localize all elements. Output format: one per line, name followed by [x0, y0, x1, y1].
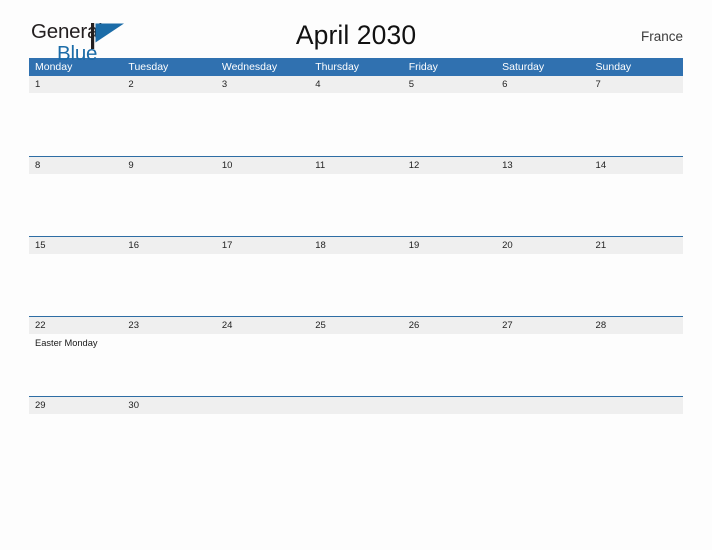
day-number: 24 — [215, 317, 310, 334]
day-number: 22 — [29, 317, 123, 334]
day-number — [402, 397, 497, 414]
calendar-day-cell[interactable]: 21 — [589, 237, 683, 316]
calendar-day-cell[interactable]: 4 — [309, 76, 403, 156]
day-number: 14 — [589, 157, 683, 174]
calendar-day-cell[interactable]: 28 — [589, 317, 683, 396]
day-number — [309, 397, 403, 414]
day-number: 17 — [215, 237, 310, 254]
weekday-header-thursday: Thursday — [315, 61, 360, 73]
day-number: 29 — [29, 397, 123, 414]
day-number: 3 — [215, 76, 310, 93]
weekday-header-sunday: Sunday — [595, 61, 632, 73]
calendar-weeks: 1 2 3 4 5 6 7 8 9 10 11 12 13 14 15 16 17 18 19 20 21 22 Easte… — [29, 76, 683, 424]
calendar-day-cell[interactable]: 3 — [215, 76, 310, 156]
weekday-header-wednesday: Wednesday — [221, 61, 278, 73]
day-events: Easter Monday — [29, 334, 122, 349]
calendar-day-cell[interactable]: 24 — [215, 317, 310, 396]
calendar-grid: Monday Tuesday Wednesday Thursday Friday Satu… — [29, 58, 683, 424]
day-number: 18 — [309, 237, 403, 254]
weekday-header-friday: Friday — [408, 61, 438, 73]
calendar-day-cell[interactable]: 16 — [122, 237, 216, 316]
day-number: 7 — [589, 76, 683, 93]
holiday-event-label: Easter Monday — [35, 338, 98, 348]
day-number: 9 — [122, 157, 216, 174]
day-number: 10 — [215, 157, 310, 174]
day-number: 8 — [29, 157, 123, 174]
calendar-day-cell-empty — [309, 397, 403, 424]
calendar-day-cell[interactable]: 7 — [589, 76, 683, 156]
calendar-day-cell[interactable]: 11 — [309, 157, 403, 236]
calendar-day-cell[interactable]: 2 — [122, 76, 216, 156]
weekday-header-saturday: Saturday — [502, 61, 545, 73]
day-number: 16 — [122, 237, 216, 254]
calendar-week-row: 1234567 — [29, 76, 683, 156]
calendar-day-cell[interactable]: 1 — [29, 76, 123, 156]
calendar-day-cell[interactable]: 27 — [496, 317, 590, 396]
day-number: 27 — [496, 317, 590, 334]
calendar-day-cell[interactable]: 8 — [29, 157, 123, 236]
day-number: 2 — [122, 76, 216, 93]
calendar-day-cell[interactable]: 6 — [496, 76, 590, 156]
calendar-day-cell[interactable]: 30 — [122, 397, 216, 424]
calendar-day-cell[interactable]: 14 — [589, 157, 683, 236]
calendar-day-cell[interactable]: 23 — [122, 317, 216, 396]
calendar-week-row: 29 30 — [29, 396, 683, 424]
calendar-day-cell[interactable]: 9 — [122, 157, 216, 236]
calendar-day-cell[interactable]: 26 — [402, 317, 497, 396]
calendar-week-row: 15 16 17 18 19 20 21 — [29, 236, 683, 316]
country-label: France — [640, 29, 683, 44]
generalblue-logo[interactable]: General Blue — [31, 21, 171, 68]
day-number: 26 — [402, 317, 497, 334]
calendar-day-cell[interactable]: 22 Easter Monday — [29, 317, 123, 396]
day-number: 20 — [496, 237, 590, 254]
calendar-day-cell[interactable]: 5 — [402, 76, 497, 156]
day-number — [589, 397, 683, 414]
calendar-day-cell-empty — [402, 397, 497, 424]
calendar-week-row: 8 9 10 11 12 13 14 — [29, 156, 683, 236]
page-header: General Blue April 2030 France — [29, 0, 683, 63]
calendar-day-cell[interactable]: 12 — [402, 157, 497, 236]
calendar-page: General Blue April 2030 France Monday Tue… — [0, 0, 712, 550]
day-number: 6 — [496, 76, 590, 93]
day-number: 5 — [402, 76, 497, 93]
calendar-day-cell[interactable]: 15 — [29, 237, 123, 316]
calendar-day-cell-empty — [496, 397, 590, 424]
calendar-day-cell[interactable]: 17 — [215, 237, 310, 316]
day-number: 25 — [309, 317, 403, 334]
calendar-day-cell[interactable]: 10 — [215, 157, 310, 236]
calendar-week-row: 22 Easter Monday 23 24 25 26 27 28 — [29, 316, 683, 396]
calendar-day-cell[interactable]: 18 — [309, 237, 403, 316]
calendar-day-cell[interactable]: 13 — [496, 157, 590, 236]
calendar-day-cell[interactable]: 29 — [29, 397, 123, 424]
day-number: 19 — [402, 237, 497, 254]
day-number: 30 — [122, 397, 216, 414]
day-number: 11 — [309, 157, 403, 174]
day-number — [496, 397, 590, 414]
day-number: 15 — [29, 237, 123, 254]
calendar-day-cell-empty — [215, 397, 310, 424]
calendar-day-cell-empty — [589, 397, 683, 424]
day-number — [215, 397, 310, 414]
day-number: 28 — [589, 317, 683, 334]
day-number: 21 — [589, 237, 683, 254]
day-number: 12 — [402, 157, 497, 174]
day-number: 4 — [309, 76, 403, 93]
calendar-day-cell[interactable]: 20 — [496, 237, 590, 316]
day-number: 23 — [122, 317, 216, 334]
calendar-day-cell[interactable]: 19 — [402, 237, 497, 316]
blue-flag-triangle-icon — [91, 23, 124, 49]
calendar-day-cell[interactable]: 25 — [309, 317, 403, 396]
day-number: 13 — [496, 157, 590, 174]
day-number: 1 — [29, 76, 123, 93]
